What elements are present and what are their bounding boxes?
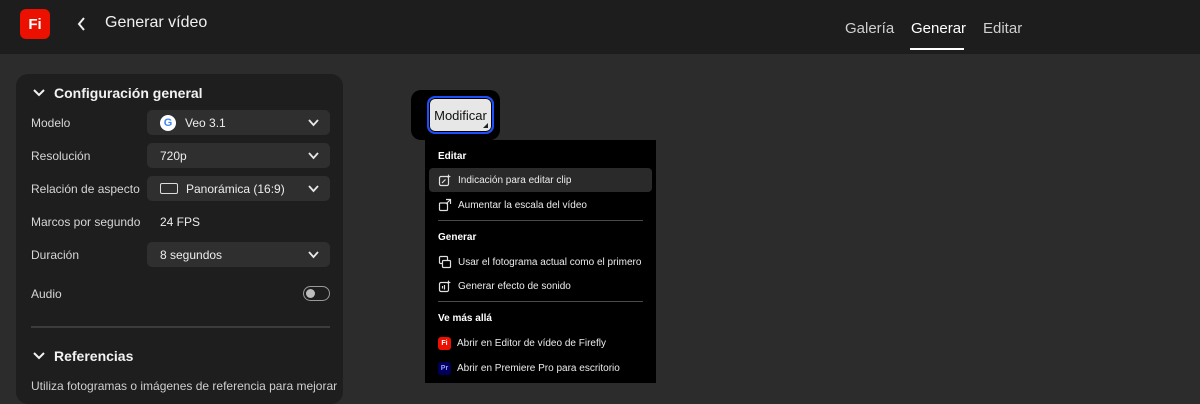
references-title: Referencias [54,348,134,364]
chevron-down-icon [308,185,319,193]
top-bar: Fi Generar vídeo Galería Generar Editar [0,0,1200,54]
general-settings-header[interactable]: Configuración general [32,85,203,101]
section-divider [31,326,330,328]
active-tab-indicator [910,48,964,50]
menu-item-use-current-frame[interactable]: Usar el fotograma actual como el primero [429,250,652,274]
menu-header-generate: Generar [438,232,477,243]
sparkle-edit-icon [438,174,451,187]
fps-label: Marcos por segundo [31,215,141,229]
duration-value: 8 segundos [160,247,223,262]
back-arrow-icon[interactable] [72,14,92,34]
aspect-ratio-select[interactable]: Panorámica (16:9) [147,176,330,201]
aspect-ratio-value: Panorámica (16:9) [186,181,285,196]
menu-item-upscale-video[interactable]: Aumentar la escala del vídeo [429,193,652,217]
toggle-knob [306,288,315,298]
google-icon: G [160,114,176,131]
resolution-value: 720p [160,148,187,163]
model-value: Veo 3.1 [185,115,226,130]
menu-separator [438,301,643,302]
tab-generar[interactable]: Generar [911,20,966,37]
duration-select[interactable]: 8 segundos [147,242,330,267]
premiere-pro-app-icon: Pr [438,361,451,375]
menu-item-label: Abrir en Editor de vídeo de Firefly [457,337,606,349]
resolution-label: Resolución [31,149,91,163]
chevron-down-icon [33,352,45,360]
model-select[interactable]: G Veo 3.1 [147,110,330,135]
menu-item-edit-clip-prompt[interactable]: Indicación para editar clip [429,168,652,192]
firefly-logo[interactable]: Fi [20,9,50,39]
aspect-ratio-icon [160,183,178,194]
menu-item-label: Abrir en Premiere Pro para escritorio [457,362,620,374]
settings-panel: Configuración general Modelo G Veo 3.1 R… [16,74,343,404]
references-description: Utiliza fotogramas o imágenes de referen… [31,379,338,393]
chevron-down-icon [308,251,319,259]
menu-item-label: Generar efecto de sonido [458,280,571,292]
menu-item-label: Aumentar la escala del vídeo [458,199,587,211]
menu-item-open-firefly-editor[interactable]: Fi Abrir en Editor de vídeo de Firefly [429,331,652,355]
tab-editar[interactable]: Editar [983,20,1022,37]
menu-item-open-premiere-pro[interactable]: Pr Abrir en Premiere Pro para escritorio [429,356,652,380]
dropdown-corner-icon [483,123,488,128]
chevron-down-icon [308,152,319,160]
resolution-select[interactable]: 720p [147,143,330,168]
references-header[interactable]: Referencias [32,348,133,364]
modify-button[interactable]: Modificar [427,96,494,134]
frame-icon [438,255,452,269]
page-title: Generar vídeo [105,14,208,31]
duration-label: Duración [31,248,80,262]
aspect-ratio-label: Relación de aspecto [31,182,140,196]
chevron-down-icon [33,89,45,97]
chevron-down-icon [308,119,319,127]
menu-item-label: Indicación para editar clip [458,174,572,186]
menu-header-beyond: Ve más allá [438,313,492,324]
menu-header-edit: Editar [438,151,467,162]
firefly-app-icon: Fi [438,336,451,350]
sound-sparkle-icon [438,280,451,293]
menu-item-generate-sound-effect[interactable]: Generar efecto de sonido [429,274,652,298]
fps-value: 24 FPS [160,215,201,229]
upscale-icon [438,198,452,212]
menu-item-label: Usar el fotograma actual como el primero [458,256,642,268]
tab-galeria[interactable]: Galería [845,20,894,37]
modify-menu: Editar Indicación para editar clip Aumen… [425,140,656,383]
menu-separator [438,220,643,221]
modify-button-label: Modificar [434,107,487,123]
audio-label: Audio [31,287,62,301]
general-settings-title: Configuración general [54,85,203,101]
model-label: Modelo [31,116,71,130]
audio-toggle[interactable] [303,286,330,301]
